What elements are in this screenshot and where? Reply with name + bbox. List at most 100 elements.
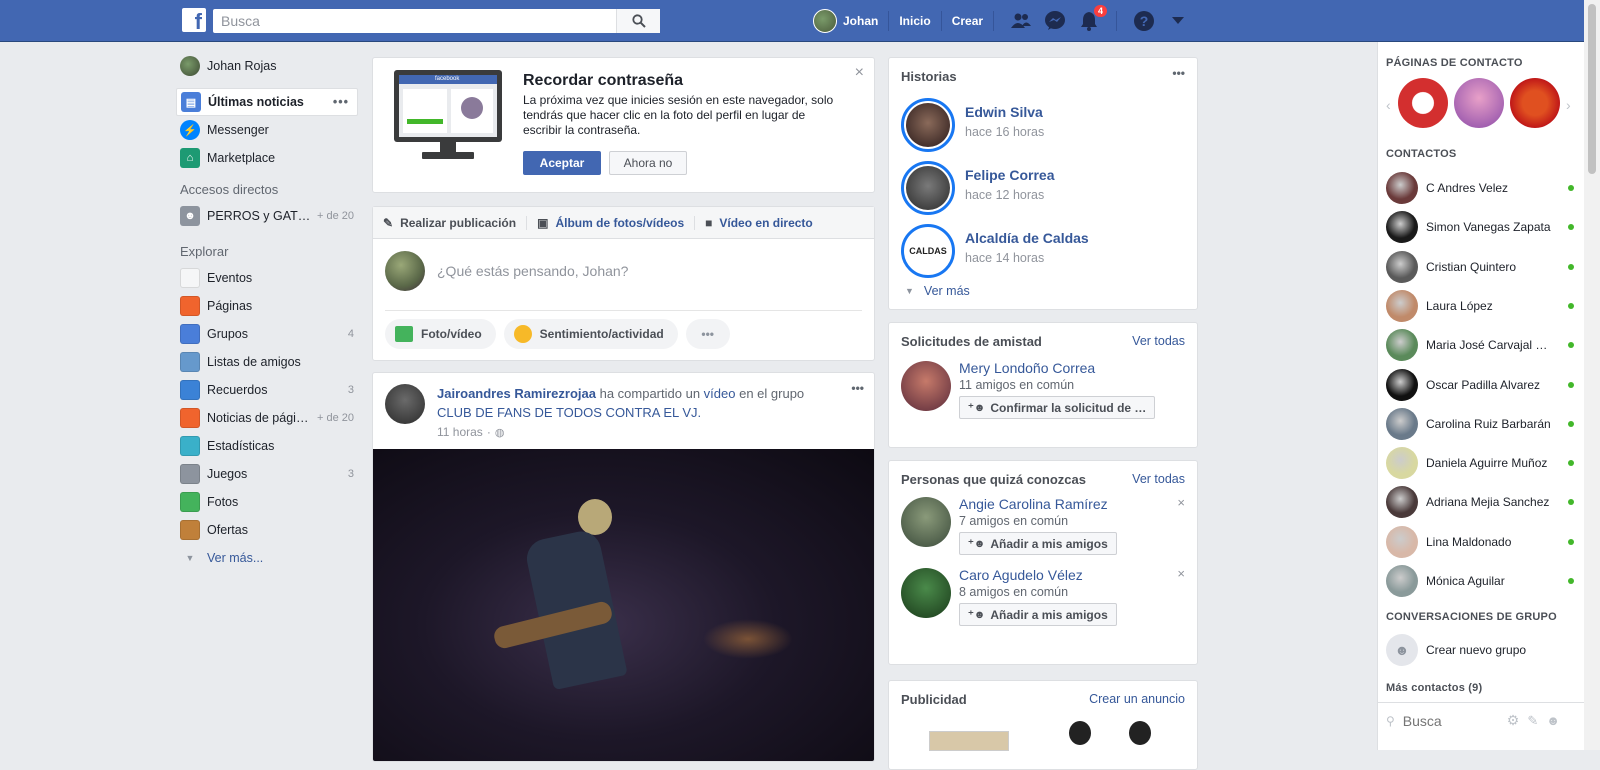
chat-contact[interactable]: Adriana Mejia Sanchez [1386, 484, 1578, 520]
ad-image[interactable] [1069, 721, 1179, 751]
person-name[interactable]: Angie Carolina Ramírez [959, 496, 1117, 512]
friend-requests-icon[interactable] [1010, 10, 1032, 32]
post-author-link[interactable]: Jairoandres Ramirezrojaa [437, 386, 596, 401]
chevron-right-icon[interactable]: › [1566, 97, 1571, 113]
account-menu-chevron-icon[interactable] [1167, 10, 1189, 32]
messenger-icon[interactable] [1044, 10, 1066, 32]
sidebar-item-explore[interactable]: Ofertas [180, 516, 360, 544]
contact-page-avatar[interactable] [1454, 78, 1504, 128]
avatar[interactable] [901, 568, 951, 618]
search-icon: ⚲ [1386, 713, 1395, 728]
see-more-link[interactable]: ▼ Ver más... [180, 544, 360, 572]
new-group-icon[interactable]: ☻ [1546, 713, 1560, 728]
story-image: CALDAS [906, 229, 950, 273]
chat-contact[interactable]: C Andres Velez [1386, 170, 1578, 206]
sidebar-item-news-feed[interactable]: ▤ Últimas noticias ••• [176, 88, 358, 116]
story-name[interactable]: Edwin Silva [965, 104, 1043, 120]
sidebar-item-messenger[interactable]: ⚡ Messenger [180, 116, 360, 144]
photo-video-button[interactable]: Foto/vídeo [385, 319, 496, 349]
search-input[interactable] [213, 9, 616, 33]
chat-contact[interactable]: Cristian Quintero [1386, 249, 1578, 285]
see-all-link[interactable]: Ver todas [1132, 472, 1185, 486]
group-link[interactable]: CLUB DE FANS DE TODOS CONTRA EL VJ. [437, 405, 701, 420]
search-button[interactable] [616, 9, 660, 33]
action-label: Sentimiento/actividad [539, 327, 664, 341]
chat-search-input[interactable] [1400, 711, 1501, 730]
sidebar-item-explore[interactable]: Páginas [180, 292, 360, 320]
story-time: hace 16 horas [965, 125, 1045, 139]
create-group-button[interactable]: ☻ Crear nuevo grupo [1386, 632, 1578, 668]
add-friend-button[interactable]: ⁺☻ Añadir a mis amigos [959, 532, 1117, 555]
compose-icon[interactable]: ✎ [1527, 713, 1538, 729]
chat-contact[interactable]: Daniela Aguirre Muñoz [1386, 445, 1578, 481]
add-friend-button[interactable]: ⁺☻ Añadir a mis amigos [959, 603, 1117, 626]
dismiss-icon[interactable]: × [1177, 566, 1185, 581]
album-icon: ▣ [537, 215, 549, 230]
chat-contact[interactable]: Simon Vanegas Zapata [1386, 209, 1578, 245]
post-timestamp[interactable]: 11 horas [437, 425, 483, 439]
sidebar-item-explore[interactable]: Listas de amigos [180, 348, 360, 376]
more-options-icon[interactable]: ••• [333, 95, 349, 109]
accept-button[interactable]: Aceptar [523, 151, 601, 175]
story-avatar[interactable] [901, 161, 955, 215]
post-options-icon[interactable]: ••• [851, 381, 864, 395]
tab-create-post[interactable]: ✎ Realizar publicación [383, 216, 516, 230]
profile-link[interactable]: Johan [813, 9, 878, 33]
see-all-link[interactable]: Ver todas [1132, 334, 1185, 348]
create-ad-link[interactable]: Crear un anuncio [1089, 692, 1185, 706]
feeling-activity-button[interactable]: Sentimiento/actividad [503, 319, 678, 349]
story-name[interactable]: Felipe Correa [965, 167, 1054, 183]
more-options-icon[interactable]: ••• [1172, 66, 1185, 80]
request-name[interactable]: Mery Londoño Correa [959, 360, 1155, 376]
chat-contact[interactable]: Laura López [1386, 288, 1578, 324]
sidebar-item-explore[interactable]: Fotos [180, 488, 360, 516]
story-avatar[interactable] [901, 98, 955, 152]
page-scrollbar[interactable] [1584, 0, 1600, 750]
story-avatar[interactable]: CALDAS [901, 224, 955, 278]
create-link[interactable]: Crear [952, 14, 983, 28]
facebook-logo[interactable]: f [182, 8, 206, 32]
gear-icon[interactable]: ⚙ [1507, 712, 1520, 729]
person-name[interactable]: Caro Agudelo Vélez [959, 567, 1117, 583]
confirm-request-button[interactable]: ⁺☻ Confirmar la solicitud de … [959, 396, 1156, 419]
chat-contact[interactable]: Lina Maldonado [1386, 524, 1578, 560]
chat-contact[interactable]: Maria José Carvajal … [1386, 327, 1578, 363]
contact-page-avatar[interactable] [1398, 78, 1448, 128]
home-link[interactable]: Inicio [899, 14, 930, 28]
tab-photo-album[interactable]: ▣ Álbum de fotos/vídeos [537, 216, 684, 230]
mutual-friends: 8 amigos en común [959, 585, 1069, 599]
sidebar-item-explore[interactable]: Grupos 4 [180, 320, 360, 348]
sidebar-item-explore[interactable]: Noticias de pági… + de 20 [180, 404, 360, 432]
sidebar-item-explore[interactable]: Eventos [180, 264, 360, 292]
help-icon[interactable]: ? [1133, 10, 1155, 32]
close-icon[interactable]: × [855, 64, 864, 82]
chat-contact[interactable]: Mónica Aguilar [1386, 563, 1578, 599]
chat-contact[interactable]: Carolina Ruiz Barbarán [1386, 406, 1578, 442]
sidebar-item-label: Marketplace [207, 151, 276, 165]
scrollbar-thumb[interactable] [1588, 4, 1596, 174]
sidebar-item-explore[interactable]: Estadísticas [180, 432, 360, 460]
avatar[interactable] [901, 361, 951, 411]
chevron-left-icon[interactable]: ‹ [1386, 97, 1391, 113]
chat-contact[interactable]: Oscar Padilla Alvarez [1386, 367, 1578, 403]
sidebar-item-explore[interactable]: Juegos 3 [180, 460, 360, 488]
see-more-stories-link[interactable]: ▼ Ver más [905, 284, 970, 298]
contact-page-avatar[interactable] [1510, 78, 1560, 128]
more-contacts-heading[interactable]: Más contactos (9) [1386, 682, 1482, 694]
sidebar-item-explore[interactable]: Recuerdos 3 [180, 376, 360, 404]
profile-link[interactable]: Johan Rojas [180, 52, 360, 80]
avatar[interactable] [385, 384, 425, 424]
video-link[interactable]: vídeo [704, 386, 736, 401]
ad-image[interactable] [929, 731, 1009, 751]
sidebar-item-marketplace[interactable]: ⌂ Marketplace [180, 144, 360, 172]
composer-input[interactable]: ¿Qué estás pensando, Johan? [437, 263, 628, 279]
notifications-icon[interactable]: 4 [1078, 4, 1109, 32]
dismiss-icon[interactable]: × [1177, 495, 1185, 510]
sidebar-item-shortcut[interactable]: ☻ PERROS y GAT… + de 20 [180, 202, 360, 230]
story-name[interactable]: Alcaldía de Caldas [965, 230, 1089, 246]
more-options-button[interactable]: ••• [685, 319, 730, 349]
avatar[interactable] [901, 497, 951, 547]
tab-live-video[interactable]: ■ Vídeo en directo [705, 216, 813, 230]
not-now-button[interactable]: Ahora no [609, 151, 687, 175]
video-player[interactable] [373, 449, 874, 761]
